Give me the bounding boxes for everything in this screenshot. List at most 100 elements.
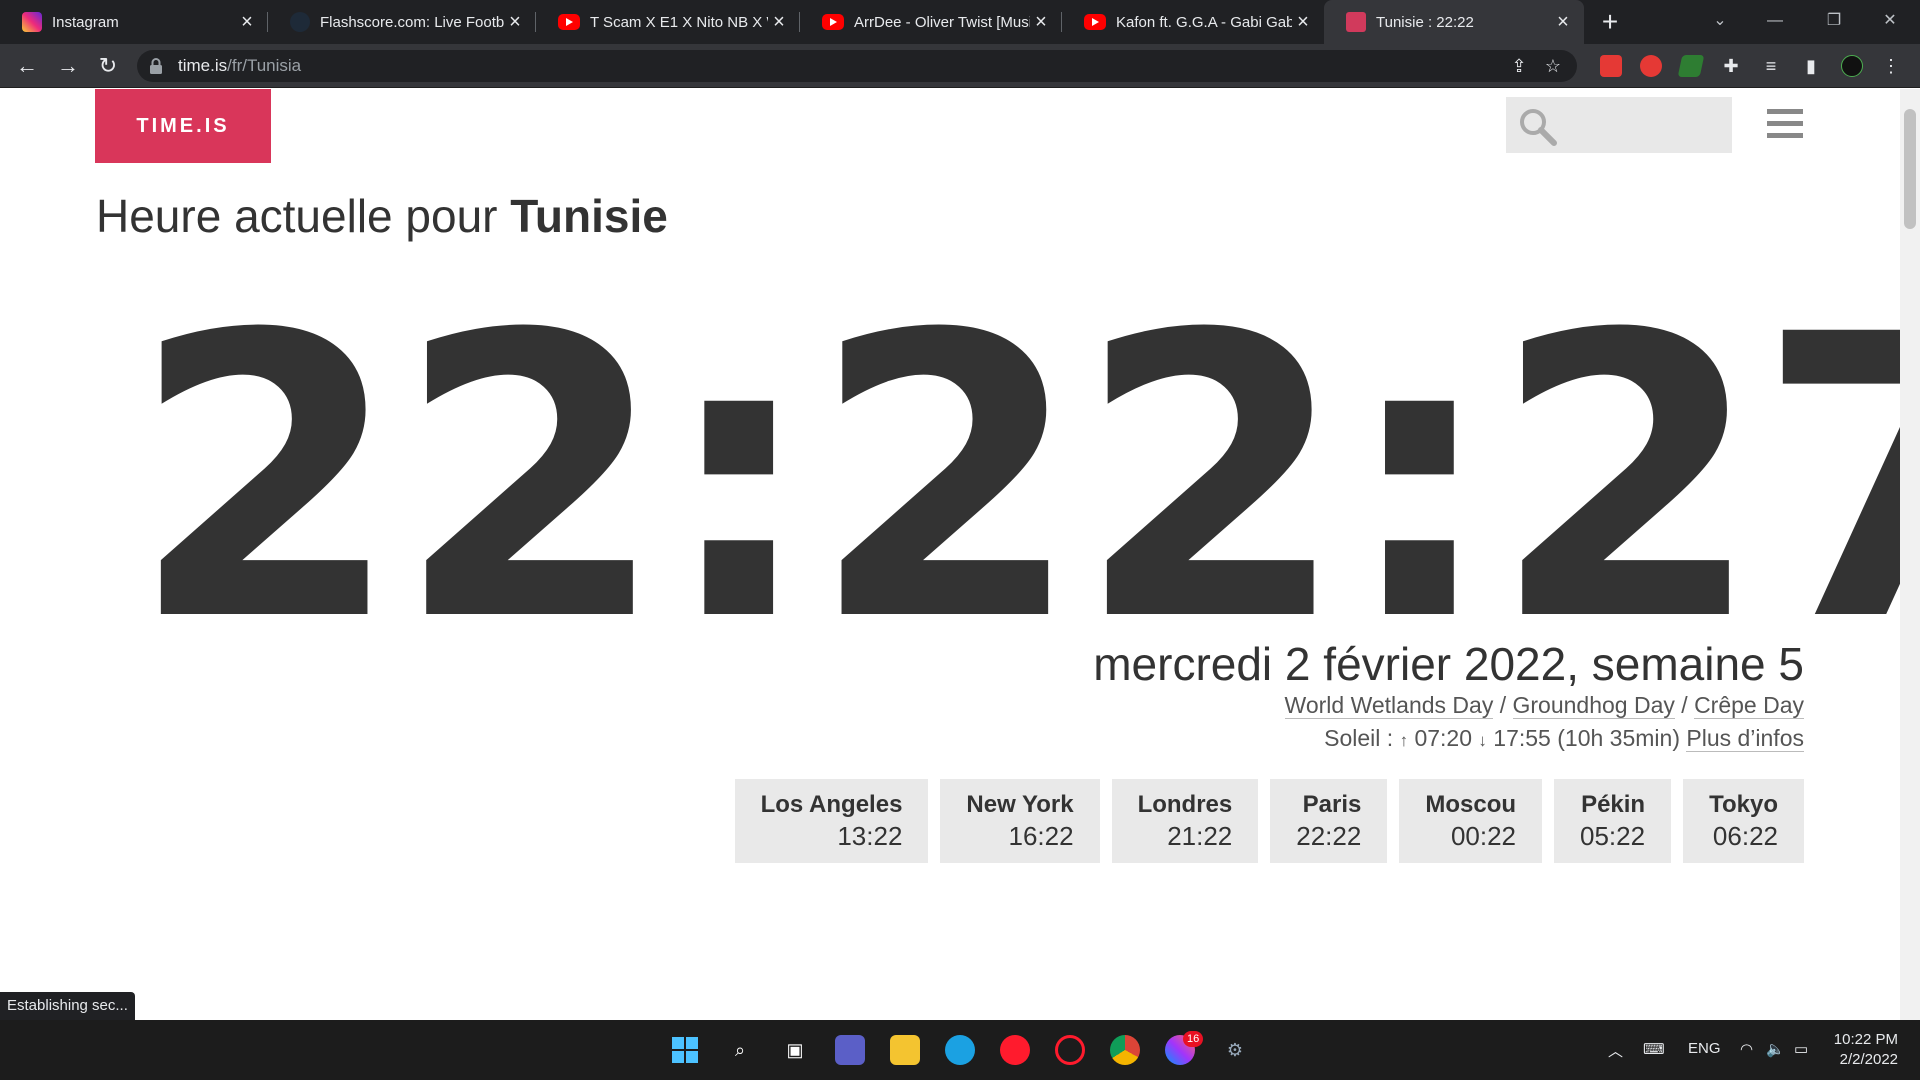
- side-panel-icon[interactable]: ▮: [1800, 55, 1822, 77]
- edge-icon[interactable]: [945, 1035, 975, 1065]
- system-time: 10:22 PM: [1833, 1031, 1898, 1048]
- extensions-puzzle-icon[interactable]: ✚: [1720, 55, 1742, 77]
- close-tab-icon[interactable]: ×: [768, 11, 790, 33]
- extension-green-icon[interactable]: [1677, 55, 1705, 77]
- opera-icon[interactable]: [1000, 1035, 1030, 1065]
- minimize-button[interactable]: —: [1755, 6, 1795, 36]
- wifi-icon[interactable]: ◠: [1740, 1040, 1753, 1058]
- chrome-icon[interactable]: [1110, 1035, 1140, 1065]
- timeis-icon: [1346, 12, 1366, 32]
- windows-taskbar: ⌕ ▣ 16 ⚙ ︿ ⌨ ENG ◠ 🔈 ▭ 10:22 PM 2/2/2022: [0, 1020, 1920, 1080]
- city-time: 21:22: [1167, 821, 1233, 851]
- lock-icon: [150, 58, 162, 74]
- city-time: 00:22: [1450, 821, 1517, 851]
- tab-title: ArrDee - Oliver Twist [Music: [854, 13, 1030, 31]
- tab-search-icon[interactable]: ⌄: [1700, 6, 1740, 36]
- tab-timeis[interactable]: Tunisie : 22:22 ×: [1324, 0, 1584, 44]
- city-name: Paris: [1302, 791, 1362, 818]
- back-button[interactable]: ←: [12, 51, 42, 81]
- youtube-icon: [822, 14, 844, 30]
- city-time: 06:22: [1712, 821, 1778, 851]
- tab-youtube-arrdee[interactable]: ArrDee - Oliver Twist [Music ×: [800, 0, 1062, 44]
- city-time: 13:22: [837, 821, 903, 851]
- sun-label: Soleil :: [1324, 725, 1400, 751]
- bookmark-star-icon[interactable]: ☆: [1541, 54, 1565, 78]
- scrollbar-thumb[interactable]: [1904, 109, 1916, 229]
- close-tab-icon[interactable]: ×: [1552, 11, 1574, 33]
- language-indicator[interactable]: ENG: [1688, 1040, 1721, 1057]
- menu-dots-icon[interactable]: ⋮: [1880, 55, 1902, 77]
- city-clock-tokyo[interactable]: Tokyo 06:22: [1683, 779, 1804, 863]
- reload-button[interactable]: ↻: [93, 51, 123, 81]
- flashscore-icon: [290, 12, 310, 32]
- tab-youtube-kafon[interactable]: Kafon ft. G.G.A - Gabi Gabi ×: [1062, 0, 1324, 44]
- search-input[interactable]: [1506, 97, 1732, 153]
- start-windows-icon[interactable]: [670, 1035, 700, 1065]
- address-bar[interactable]: time.is/fr/Tunisia ⇪ ☆: [137, 50, 1577, 82]
- close-tab-icon[interactable]: ×: [1292, 11, 1314, 33]
- city-clock-moscou[interactable]: Moscou 00:22: [1399, 779, 1543, 863]
- profile-avatar[interactable]: [1841, 55, 1863, 77]
- close-tab-icon[interactable]: ×: [1030, 11, 1052, 33]
- extension-red-icon[interactable]: [1600, 55, 1622, 77]
- tab-instagram[interactable]: Instagram ×: [0, 0, 268, 44]
- city-time: 05:22: [1580, 821, 1646, 851]
- volume-icon[interactable]: 🔈: [1766, 1040, 1785, 1058]
- messenger-badge: 16: [1183, 1031, 1204, 1047]
- task-view-icon[interactable]: ▣: [780, 1035, 810, 1065]
- date-line: mercredi 2 février 2022, semaine 5: [1093, 638, 1804, 690]
- city-time: 16:22: [1008, 821, 1074, 851]
- teams-chat-icon[interactable]: [835, 1035, 865, 1065]
- holiday-link[interactable]: World Wetlands Day: [1284, 692, 1494, 719]
- city-name: Londres: [1137, 791, 1233, 818]
- city-clock-londres[interactable]: Londres 21:22: [1111, 779, 1259, 863]
- city-name: Tokyo: [1709, 791, 1778, 818]
- sunrise-time: 07:20: [1414, 725, 1473, 751]
- sunset-time: 17:55: [1493, 725, 1551, 751]
- hamburger-menu-icon[interactable]: [1767, 109, 1803, 141]
- city-name: Pékin: [1581, 791, 1646, 818]
- holiday-link[interactable]: Crêpe Day: [1694, 692, 1804, 719]
- heading-place: Tunisie: [510, 190, 668, 242]
- share-icon[interactable]: ⇪: [1507, 54, 1531, 78]
- youtube-icon: [558, 14, 580, 30]
- new-tab-button[interactable]: +: [1595, 8, 1625, 38]
- holidays-line: World Wetlands Day / Groundhog Day / Crê…: [1284, 692, 1804, 719]
- city-name: Moscou: [1425, 791, 1517, 818]
- adblock-icon[interactable]: [1640, 55, 1662, 77]
- search-taskbar-icon[interactable]: ⌕: [725, 1035, 755, 1065]
- media-control-icon[interactable]: ≡: [1760, 55, 1782, 77]
- show-hidden-icons-icon[interactable]: ︿: [1608, 1040, 1623, 1061]
- youtube-icon: [1084, 14, 1106, 30]
- restore-button[interactable]: ❐: [1814, 6, 1854, 36]
- browser-toolbar: ← → ↻ time.is/fr/Tunisia ⇪ ☆ ✚ ≡ ▮ ⋮: [0, 44, 1920, 88]
- city-clock-new-york[interactable]: New York 16:22: [940, 779, 1100, 863]
- opera-gx-icon[interactable]: [1055, 1035, 1085, 1065]
- tab-title: Flashscore.com: Live Footba: [320, 13, 504, 31]
- system-clock[interactable]: 10:22 PM 2/2/2022: [1834, 1030, 1898, 1070]
- instagram-icon: [22, 12, 42, 32]
- page-scrollbar[interactable]: [1900, 89, 1920, 1020]
- tab-youtube-tscam[interactable]: T Scam X E1 X Nito NB X W ×: [536, 0, 800, 44]
- tab-title: T Scam X E1 X Nito NB X W: [590, 13, 768, 31]
- more-info-link[interactable]: Plus d’infos: [1686, 725, 1804, 752]
- day-length: (10h 35min): [1557, 725, 1680, 751]
- holiday-link[interactable]: Groundhog Day: [1512, 692, 1675, 719]
- heading-prefix: Heure actuelle pour: [96, 190, 511, 242]
- close-tab-icon[interactable]: ×: [504, 11, 526, 33]
- tab-flashscore[interactable]: Flashscore.com: Live Footba ×: [268, 0, 536, 44]
- world-clocks: Los Angeles 13:22 New York 16:22 Londres 21…: [734, 779, 1804, 863]
- forward-button[interactable]: →: [53, 51, 83, 81]
- settings-gear-icon[interactable]: ⚙: [1220, 1035, 1250, 1065]
- close-tab-icon[interactable]: ×: [236, 11, 258, 33]
- sunrise-arrow-icon: ↑: [1399, 731, 1409, 750]
- city-name: Los Angeles: [760, 791, 903, 818]
- battery-icon[interactable]: ▭: [1794, 1040, 1808, 1058]
- site-logo[interactable]: TIME.IS: [95, 89, 271, 163]
- city-clock-los-angeles[interactable]: Los Angeles 13:22: [734, 779, 929, 863]
- city-clock-paris[interactable]: Paris 22:22: [1270, 779, 1388, 863]
- file-explorer-icon[interactable]: [890, 1035, 920, 1065]
- keyboard-icon[interactable]: ⌨: [1643, 1040, 1665, 1058]
- city-clock-pekin[interactable]: Pékin 05:22: [1554, 779, 1672, 863]
- close-window-button[interactable]: ✕: [1870, 6, 1910, 36]
